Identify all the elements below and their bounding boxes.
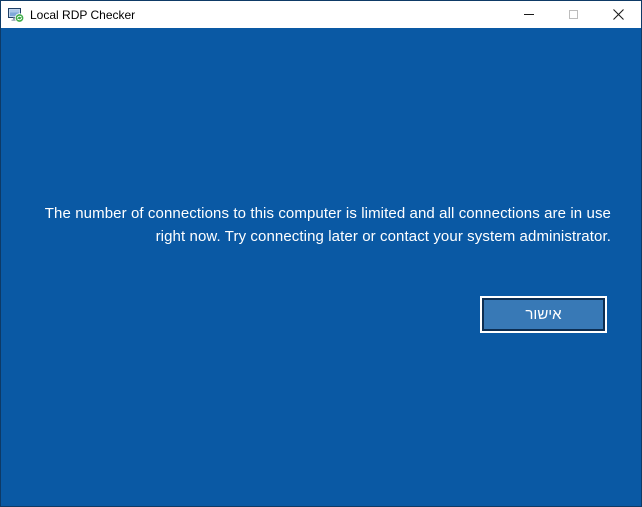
maximize-icon — [569, 10, 578, 19]
titlebar: Local RDP Checker — [1, 1, 641, 28]
local-rdp-checker-window: Local RDP Checker The number of connecti… — [0, 0, 642, 507]
window-title: Local RDP Checker — [30, 8, 136, 22]
minimize-button[interactable] — [506, 1, 551, 28]
close-button[interactable] — [596, 1, 641, 28]
caption-buttons — [506, 1, 641, 28]
client-area: The number of connections to this comput… — [1, 28, 641, 506]
close-icon — [613, 9, 624, 20]
maximize-button — [551, 1, 596, 28]
minimize-icon — [523, 14, 534, 15]
message-line-2: right now. Try connecting later or conta… — [155, 228, 611, 245]
disconnect-message: The number of connections to this comput… — [33, 202, 611, 248]
rdp-app-icon — [8, 7, 24, 23]
ok-button[interactable]: אישור — [482, 298, 605, 331]
message-line-1: The number of connections to this comput… — [44, 205, 611, 222]
